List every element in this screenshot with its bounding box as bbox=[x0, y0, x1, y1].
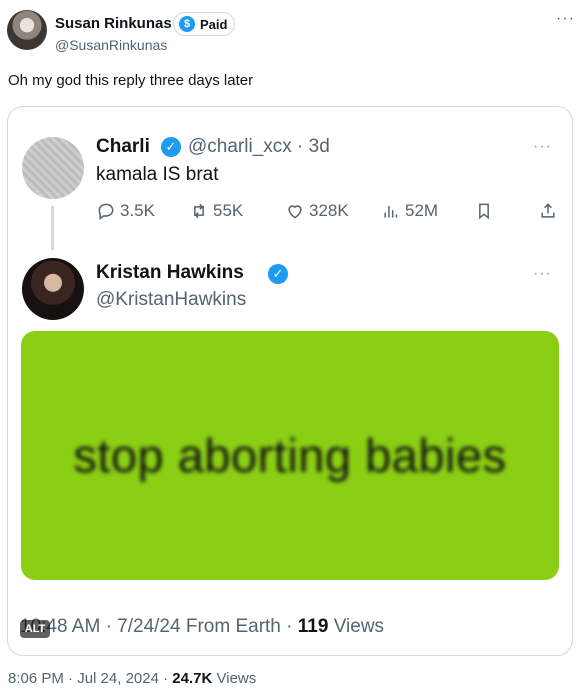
tweet-date[interactable]: Jul 24, 2024 bbox=[77, 670, 159, 687]
repost-button[interactable]: 55K bbox=[189, 201, 243, 221]
author-handle-and-age[interactable]: @charli_xcx · 3d bbox=[188, 136, 330, 158]
more-icon[interactable]: ··· bbox=[533, 138, 552, 156]
tweet-image[interactable]: stop aborting babies bbox=[21, 331, 559, 580]
reply-source: From Earth bbox=[185, 616, 281, 637]
verified-icon: ✓ bbox=[268, 264, 288, 284]
tweet-meta: 8:06 PM · Jul 24, 2024 · 24.7K Views bbox=[8, 670, 257, 687]
author-handle[interactable]: @SusanRinkunas bbox=[55, 37, 167, 53]
reply-button[interactable]: 3.5K bbox=[96, 201, 155, 221]
reply-date[interactable]: 7/24/24 bbox=[117, 616, 180, 637]
views-count: 52M bbox=[405, 201, 439, 220]
tweet-text: kamala IS brat bbox=[96, 164, 219, 185]
views-icon bbox=[384, 206, 398, 218]
avatar[interactable] bbox=[22, 137, 84, 199]
share-icon bbox=[541, 203, 555, 218]
like-button[interactable]: 328K bbox=[285, 201, 349, 221]
avatar[interactable] bbox=[7, 10, 47, 50]
tweet-views-label: Views bbox=[216, 670, 257, 687]
bookmark-button[interactable] bbox=[474, 201, 494, 221]
tweet-text: Oh my god this reply three days later bbox=[8, 72, 254, 89]
reply-icon bbox=[98, 203, 114, 220]
reply-count: 3.5K bbox=[120, 201, 155, 220]
paid-label: Paid bbox=[200, 16, 228, 32]
views-button[interactable]: 52M bbox=[381, 201, 438, 221]
alt-badge[interactable]: ALT bbox=[20, 620, 50, 638]
author-handle[interactable]: @KristanHawkins bbox=[96, 289, 246, 311]
image-text: stop aborting babies bbox=[73, 429, 507, 482]
tweet-time[interactable]: 8:06 PM bbox=[8, 670, 64, 687]
more-icon[interactable]: ··· bbox=[533, 265, 552, 283]
author-name[interactable]: Charli bbox=[96, 136, 150, 158]
bookmark-icon bbox=[479, 203, 489, 220]
like-icon bbox=[288, 205, 302, 219]
paid-badge[interactable]: $ Paid bbox=[173, 12, 235, 36]
avatar[interactable] bbox=[22, 258, 84, 320]
reply-views-count: 119 bbox=[297, 616, 329, 637]
thread-connector bbox=[51, 206, 54, 250]
share-button[interactable] bbox=[538, 201, 558, 221]
tweet-views-count: 24.7K bbox=[172, 670, 213, 687]
like-count: 328K bbox=[309, 201, 349, 220]
dollar-icon: $ bbox=[179, 16, 195, 32]
author-name[interactable]: Susan Rinkunas bbox=[55, 15, 172, 32]
verified-icon: ✓ bbox=[161, 137, 181, 157]
repost-icon bbox=[194, 203, 204, 219]
repost-count: 55K bbox=[213, 201, 244, 220]
author-name[interactable]: Kristan Hawkins bbox=[96, 262, 244, 284]
more-icon[interactable]: ··· bbox=[556, 10, 575, 28]
reply-meta: 10:48 AM · 7/24/24 From Earth · 119 View… bbox=[20, 616, 385, 637]
reply-views-label: Views bbox=[333, 616, 385, 637]
